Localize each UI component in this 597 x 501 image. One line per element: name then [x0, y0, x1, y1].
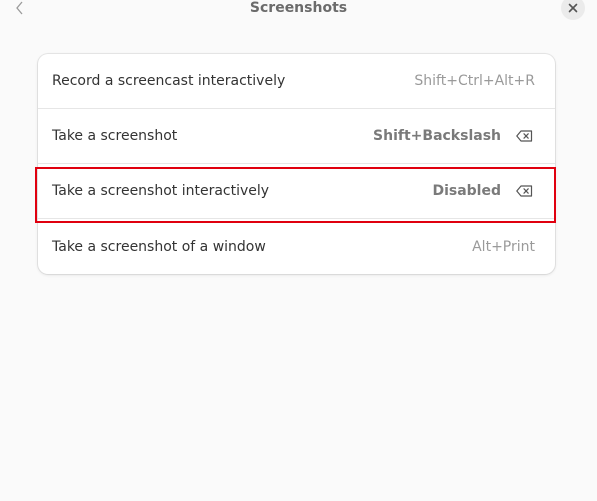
backspace-icon	[515, 185, 532, 197]
shortcut-row-screenshot-interactively[interactable]: Take a screenshot interactively Disabled	[38, 164, 555, 219]
clear-shortcut-button[interactable]	[515, 184, 533, 198]
header-bar: Screenshots	[0, 0, 597, 20]
shortcut-row-take-screenshot[interactable]: Take a screenshot Shift+Backslash	[38, 109, 555, 164]
close-button[interactable]	[561, 0, 585, 20]
shortcut-accelerator: Disabled	[432, 183, 501, 199]
backspace-icon	[515, 130, 532, 142]
close-icon	[568, 3, 578, 13]
shortcut-label: Record a screencast interactively	[52, 73, 286, 89]
shortcut-row-screenshot-window[interactable]: Take a screenshot of a window Alt+Print	[38, 219, 555, 274]
shortcut-row-record-screencast[interactable]: Record a screencast interactively Shift+…	[38, 54, 555, 109]
shortcut-accelerator: Shift+Ctrl+Alt+R	[414, 73, 535, 89]
shortcut-label: Take a screenshot	[52, 128, 178, 144]
page-title: Screenshots	[249, 0, 348, 16]
shortcut-label: Take a screenshot interactively	[52, 183, 270, 199]
shortcut-label: Take a screenshot of a window	[52, 238, 266, 255]
shortcut-accelerator: Alt+Print	[472, 238, 535, 255]
clear-shortcut-button[interactable]	[515, 129, 533, 143]
shortcuts-list: Record a screencast interactively Shift+…	[38, 54, 555, 274]
shortcut-accelerator: Shift+Backslash	[373, 128, 501, 144]
